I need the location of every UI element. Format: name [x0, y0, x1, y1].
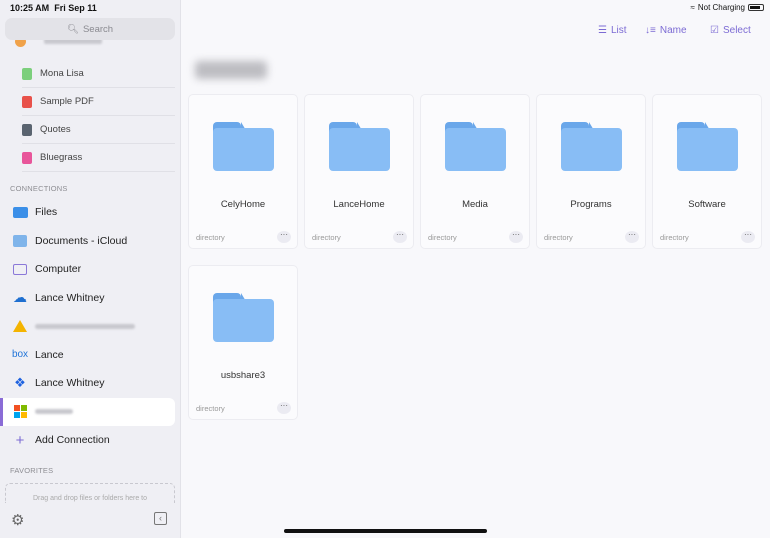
connection-item[interactable]: ❖ Lance Whitney — [0, 369, 175, 397]
computer-icon — [12, 262, 28, 276]
dropbox-icon: ❖ — [14, 375, 26, 390]
folder-name: usbshare3 — [220, 370, 266, 381]
connection-item[interactable]: ☁ Lance Whitney — [0, 284, 175, 312]
folder-icon — [329, 122, 390, 171]
sidebar: 10:25 AM Fri Sep 11 🔍︎ Search Mona Lisa Sa… — [0, 0, 181, 538]
connection-label: Documents - iCloud — [35, 234, 128, 247]
folder-type: directory — [196, 233, 225, 242]
more-options-icon[interactable]: ··· — [625, 231, 639, 243]
onedrive-icon: ☁ — [13, 289, 27, 305]
folder-card[interactable]: Software directory ··· — [652, 94, 762, 249]
recent-file-item[interactable]: Mona Lisa — [22, 60, 175, 88]
sort-name-button[interactable]: ↓≡ Name — [645, 25, 687, 36]
box-icon: box — [11, 349, 29, 360]
audio-file-icon — [22, 151, 32, 164]
files-icon — [12, 205, 28, 219]
settings-gear-icon[interactable]: ⚙ — [11, 511, 24, 529]
folder-icon — [677, 122, 738, 171]
recent-file-label: Sample PDF — [40, 96, 94, 107]
microsoft-icon — [12, 405, 28, 419]
plus-icon: + — [15, 431, 25, 449]
folder-type: directory — [660, 233, 689, 242]
connection-item[interactable]: box Lance — [0, 341, 175, 369]
text-file-icon — [22, 123, 32, 136]
list-view-button[interactable]: ☰ List — [598, 25, 627, 36]
folder-name: CelyHome — [220, 199, 266, 210]
folder-type: directory — [312, 233, 341, 242]
recent-files-header[interactable] — [10, 40, 175, 50]
recent-file-label: Bluegrass — [40, 152, 83, 163]
more-options-icon[interactable]: ··· — [509, 231, 523, 243]
search-input[interactable]: 🔍︎ Search — [5, 18, 175, 40]
connection-label: Lance Whitney — [35, 291, 105, 304]
search-placeholder: Search — [82, 23, 114, 35]
connection-label: Lance Whitney — [35, 377, 105, 389]
folder-card[interactable]: usbshare3 directory ··· — [188, 265, 298, 420]
sort-icon: ↓≡ — [645, 25, 656, 36]
connection-item[interactable]: Computer — [0, 255, 175, 283]
folder-icon — [561, 122, 622, 171]
folder-name: Programs — [570, 199, 612, 210]
connection-label: Files — [35, 206, 58, 218]
more-options-icon[interactable]: ··· — [741, 231, 755, 243]
folder-card[interactable]: LanceHome directory ··· — [304, 94, 414, 249]
connection-item[interactable]: Files — [0, 198, 175, 226]
favorites-label: FAVORITES — [10, 466, 54, 475]
add-connection-label: Add Connection — [35, 434, 110, 446]
home-indicator[interactable] — [284, 529, 487, 533]
more-options-icon[interactable]: ··· — [277, 231, 291, 243]
folder-name: Software — [688, 199, 726, 210]
documents-icon — [12, 234, 28, 248]
folder-icon — [445, 122, 506, 171]
folder-type: directory — [428, 233, 457, 242]
folder-card[interactable]: Programs directory ··· — [536, 94, 646, 249]
redacted-label — [35, 409, 73, 414]
folder-type: directory — [196, 404, 225, 413]
page-title-redacted — [195, 61, 267, 79]
recent-file-label: Quotes — [40, 124, 71, 135]
recent-file-item[interactable]: Bluegrass — [22, 144, 175, 172]
folder-card[interactable]: CelyHome directory ··· — [188, 94, 298, 249]
search-icon: 🔍︎ — [66, 23, 79, 35]
connection-label: Lance — [35, 348, 64, 361]
connection-item[interactable] — [0, 397, 175, 426]
select-label: Select — [722, 25, 751, 36]
google-drive-icon — [12, 319, 28, 333]
more-options-icon[interactable]: ··· — [277, 402, 291, 414]
recent-file-label: Mona Lisa — [40, 68, 84, 79]
folder-icon — [213, 122, 274, 171]
status-time: 10:25 AM Fri Sep 11 — [10, 3, 97, 13]
connection-item[interactable]: Documents - iCloud — [0, 227, 175, 255]
drop-hint: Drag and drop files or folders here to — [32, 495, 147, 502]
status-right: ≈ Not Charging — [690, 3, 764, 12]
recent-file-item[interactable]: Sample PDF — [22, 88, 175, 116]
favorites-drop-zone[interactable]: Drag and drop files or folders here to — [5, 483, 175, 503]
folder-name: LanceHome — [333, 199, 385, 210]
list-icon: ☰ — [598, 25, 607, 36]
recent-file-item[interactable]: Quotes — [22, 116, 175, 144]
add-connection-button[interactable]: + Add Connection — [0, 426, 175, 454]
more-options-icon[interactable]: ··· — [393, 231, 407, 243]
redacted-label — [35, 323, 135, 329]
connection-label: Computer — [35, 263, 82, 275]
folder-name: Media — [462, 199, 488, 210]
folder-type: directory — [544, 233, 573, 242]
connections-label: CONNECTIONS — [10, 184, 68, 193]
pdf-icon — [22, 95, 32, 108]
checkbox-icon: ☑ — [710, 25, 719, 36]
wifi-icon: ≈ — [690, 3, 695, 12]
collapse-sidebar-icon[interactable]: ‹ — [154, 512, 167, 525]
image-icon — [22, 67, 32, 80]
battery-icon — [748, 4, 764, 11]
sort-label: Name — [659, 25, 687, 36]
battery-label: Not Charging — [697, 3, 745, 12]
connection-item[interactable] — [0, 312, 175, 340]
list-label: List — [610, 25, 627, 36]
folder-icon — [213, 293, 274, 342]
recent-icon — [15, 40, 26, 47]
folder-card[interactable]: Media directory ··· — [420, 94, 530, 249]
select-button[interactable]: ☑ Select — [710, 25, 751, 36]
